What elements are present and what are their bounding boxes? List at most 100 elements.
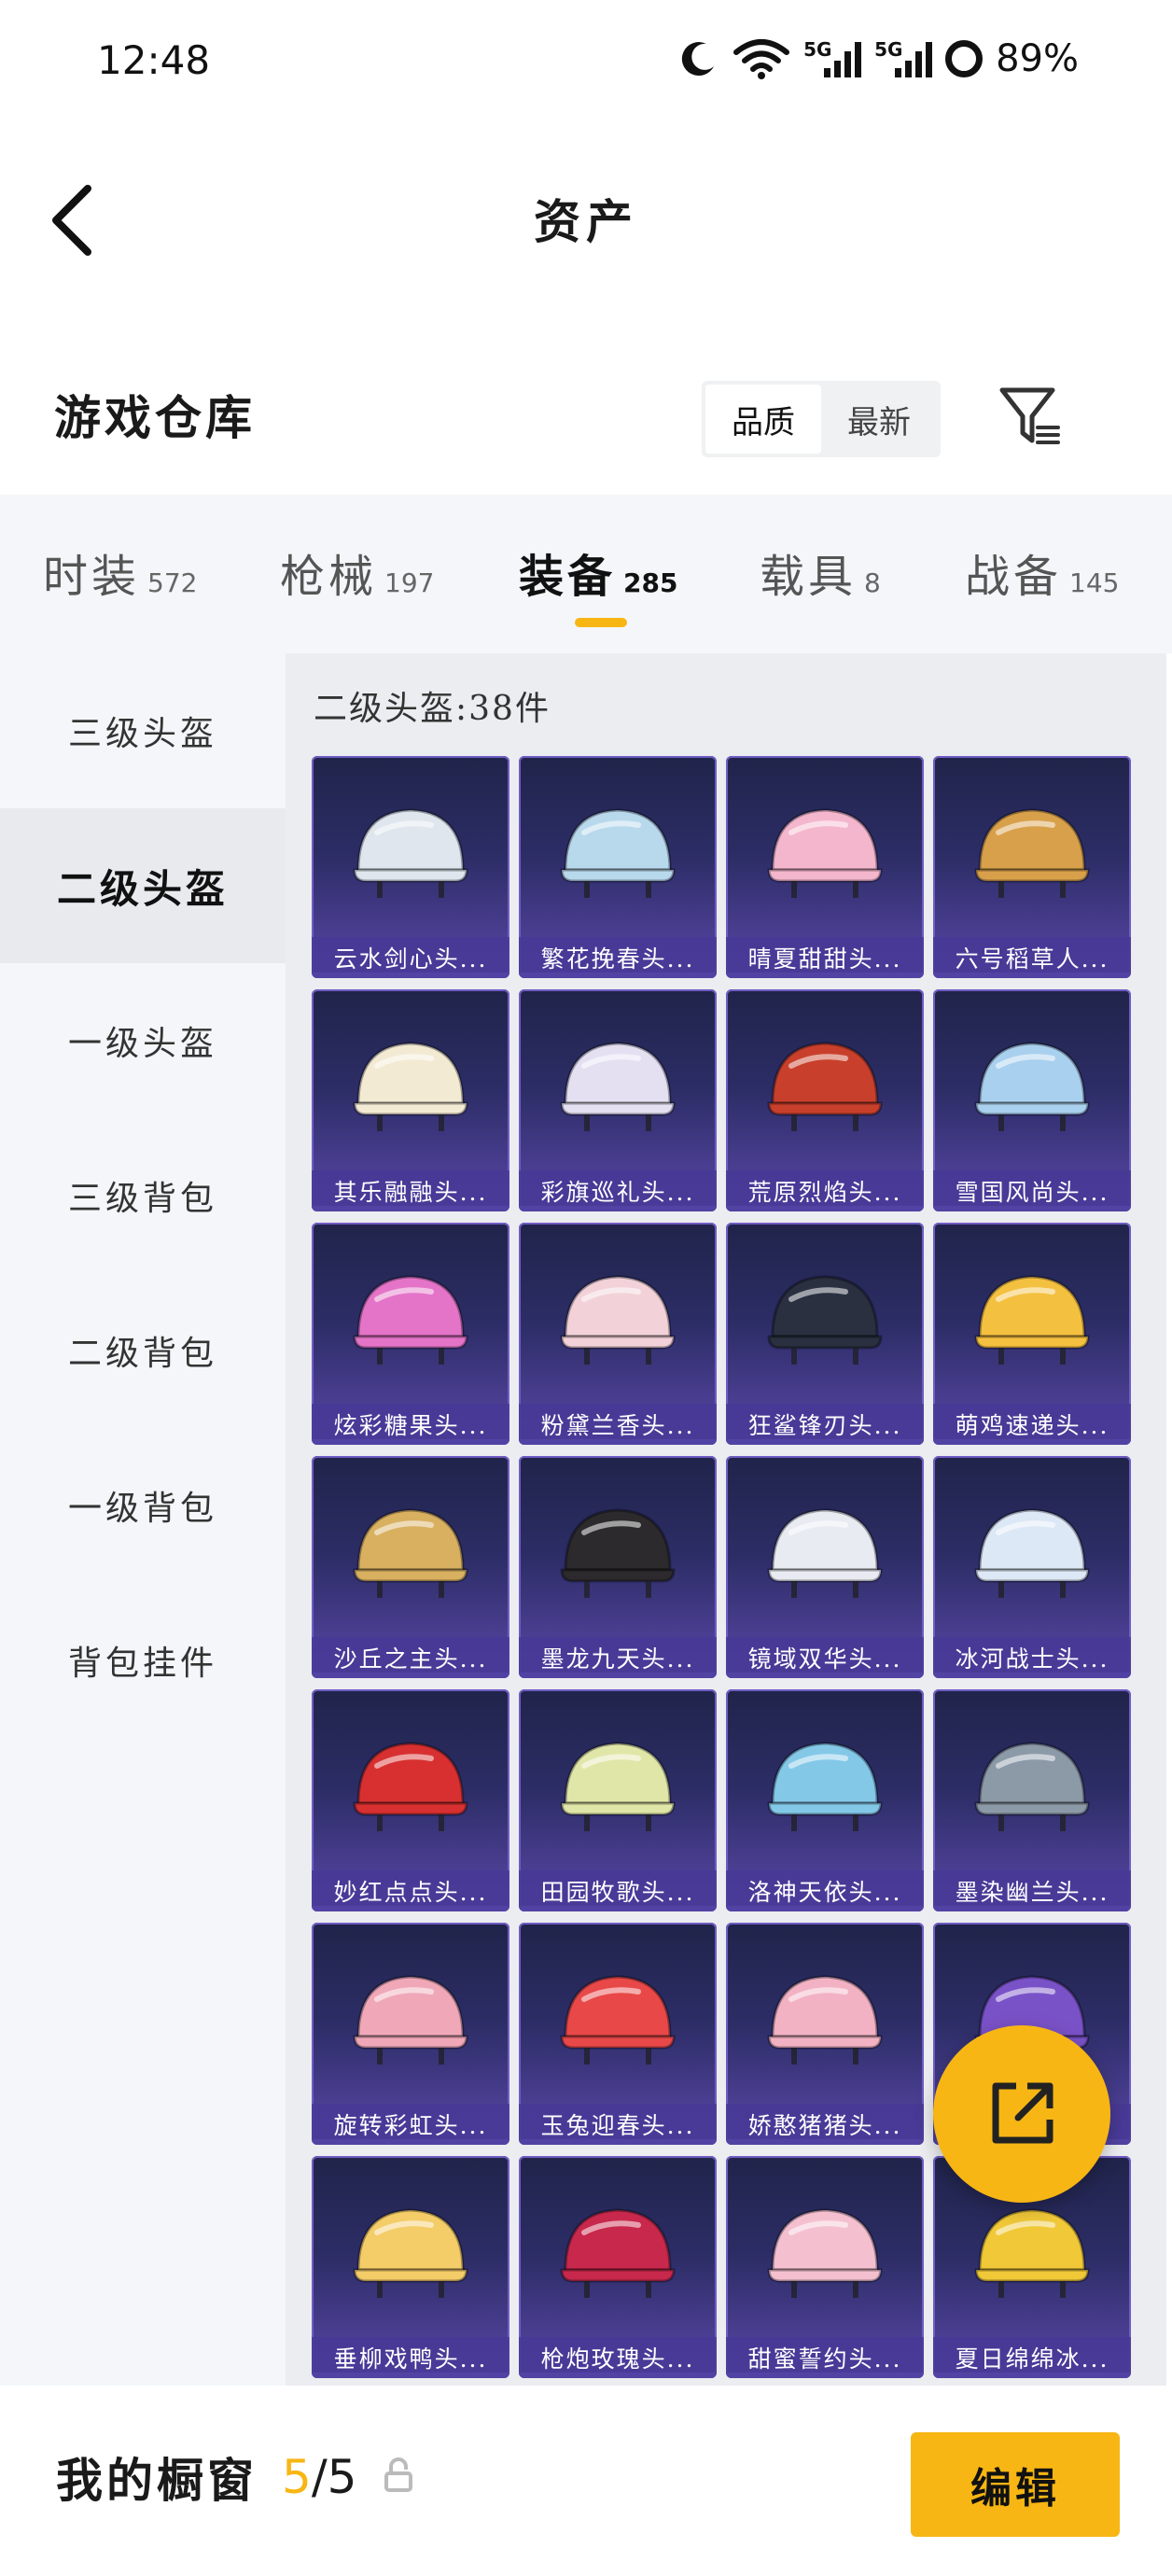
item-card[interactable]: 彩旗巡礼头... — [519, 989, 717, 1211]
item-name: 云水剑心头... — [312, 937, 509, 978]
item-name: 垂柳戏鸭头... — [312, 2337, 509, 2378]
item-card[interactable]: 娇憨猪猪头... — [726, 1923, 924, 2145]
edit-button[interactable]: 编辑 — [911, 2432, 1120, 2537]
bottom-bar: 我的橱窗 5/5 编辑 — [0, 2389, 1172, 2576]
status-icons: 5G 5G 89% — [678, 35, 1079, 82]
item-name: 六号稻草人... — [933, 937, 1131, 978]
warehouse-title: 游戏仓库 — [54, 390, 256, 445]
item-card[interactable]: 其乐融融头... — [312, 989, 509, 1211]
item-card[interactable]: 六号稻草人... — [933, 756, 1131, 978]
item-card[interactable]: 炫彩糖果头... — [312, 1223, 509, 1445]
item-name: 炫彩糖果头... — [312, 1404, 509, 1445]
helmet-icon — [560, 1975, 676, 2065]
item-card[interactable]: 墨龙九天头... — [519, 1456, 717, 1678]
helmet-icon — [767, 1275, 883, 1365]
item-card[interactable]: 镜域双华头... — [726, 1456, 924, 1678]
helmet-icon — [974, 2208, 1090, 2298]
sidebar: 三级头盔 二级头盔 一级头盔 三级背包 二级背包 一级背包 背包挂件 — [0, 653, 286, 2386]
showcase-label: 我的橱窗 — [56, 2453, 258, 2508]
battery-percent: 89% — [996, 37, 1079, 80]
sidebar-item-level1-backpack[interactable]: 一级背包 — [0, 1428, 286, 1583]
helmet-icon — [560, 1042, 676, 1131]
item-name: 萌鸡速递头... — [933, 1404, 1131, 1445]
item-card[interactable]: 妙红点点头... — [312, 1689, 509, 1911]
sidebar-item-level2-backpack[interactable]: 二级背包 — [0, 1273, 286, 1428]
filter-icon — [999, 387, 1060, 444]
tab-supplies[interactable]: 战备 145 — [965, 539, 1119, 605]
sort-quality-button[interactable]: 品质 — [705, 385, 821, 454]
helmet-icon — [767, 2208, 883, 2298]
helmet-icon — [353, 1275, 468, 1365]
item-card[interactable]: 荒原烈焰头... — [726, 989, 924, 1211]
helmet-icon — [767, 1975, 883, 2065]
helmet-icon — [353, 1742, 468, 1831]
item-name: 娇憨猪猪头... — [726, 2104, 924, 2145]
item-name: 玉兔迎春头... — [519, 2104, 717, 2145]
cell-signal-1-icon: 5G — [803, 38, 862, 77]
helmet-icon — [767, 1508, 883, 1598]
share-button[interactable] — [933, 2025, 1110, 2203]
showcase-count: 5/5 — [282, 2450, 357, 2504]
helmet-icon — [974, 1275, 1090, 1365]
item-name: 墨染幽兰头... — [933, 1870, 1131, 1911]
item-count-label: 二级头盔:38件 — [314, 690, 551, 728]
item-card[interactable]: 洛神天依头... — [726, 1689, 924, 1911]
item-name: 其乐融融头... — [312, 1170, 509, 1211]
item-card[interactable]: 萌鸡速递头... — [933, 1223, 1131, 1445]
moon-icon — [678, 35, 719, 82]
item-card[interactable]: 沙丘之主头... — [312, 1456, 509, 1678]
item-name: 繁花挽春头... — [519, 937, 717, 978]
sidebar-item-level3-helmet[interactable]: 三级头盔 — [0, 653, 286, 808]
helmet-icon — [353, 1042, 468, 1131]
helmet-icon — [560, 2208, 676, 2298]
filter-button[interactable] — [998, 385, 1064, 450]
item-name: 荒原烈焰头... — [726, 1170, 924, 1211]
item-name: 沙丘之主头... — [312, 1637, 509, 1678]
sidebar-item-level3-backpack[interactable]: 三级背包 — [0, 1118, 286, 1273]
helmet-icon — [974, 1042, 1090, 1131]
sidebar-item-backpack-charm[interactable]: 背包挂件 — [0, 1583, 286, 1738]
item-card[interactable]: 狂鲨锋刃头... — [726, 1223, 924, 1445]
share-icon — [992, 2082, 1053, 2144]
helmet-icon — [560, 1508, 676, 1598]
sidebar-item-level1-helmet[interactable]: 一级头盔 — [0, 963, 286, 1118]
helmet-icon — [560, 808, 676, 898]
item-card[interactable]: 枪炮玫瑰头... — [519, 2156, 717, 2378]
helmet-icon — [353, 2208, 468, 2298]
item-card[interactable]: 田园牧歌头... — [519, 1689, 717, 1911]
page-title: 资产 — [534, 194, 638, 249]
item-card[interactable]: 繁花挽春头... — [519, 756, 717, 978]
helmet-icon — [560, 1275, 676, 1365]
helmet-icon — [767, 1042, 883, 1131]
item-card[interactable]: 晴夏甜甜头... — [726, 756, 924, 978]
item-name: 晴夏甜甜头... — [726, 937, 924, 978]
item-name: 镜域双华头... — [726, 1637, 924, 1678]
category-tabs: 时装 572 枪械 197 装备 285 载具 8 战备 145 — [0, 495, 1172, 653]
item-card[interactable]: 冰河战士头... — [933, 1456, 1131, 1678]
wifi-icon — [732, 35, 790, 82]
sidebar-item-level2-helmet[interactable]: 二级头盔 — [0, 808, 286, 963]
item-card[interactable]: 云水剑心头... — [312, 756, 509, 978]
status-time: 12:48 — [97, 37, 211, 83]
item-card[interactable]: 雪国风尚头... — [933, 989, 1131, 1211]
item-card[interactable]: 甜蜜誓约头... — [726, 2156, 924, 2378]
tab-vehicles[interactable]: 载具 8 — [760, 539, 881, 605]
tab-firearms[interactable]: 枪械 197 — [280, 539, 434, 605]
item-name: 雪国风尚头... — [933, 1170, 1131, 1211]
helmet-icon — [974, 808, 1090, 898]
tab-equipment[interactable]: 装备 285 — [519, 539, 677, 605]
item-card[interactable]: 墨染幽兰头... — [933, 1689, 1131, 1911]
item-card[interactable]: 粉黛兰香头... — [519, 1223, 717, 1445]
item-name: 田园牧歌头... — [519, 1870, 717, 1911]
item-card[interactable]: 旋转彩虹头... — [312, 1923, 509, 2145]
helmet-icon — [560, 1742, 676, 1831]
sort-newest-button[interactable]: 最新 — [821, 385, 937, 454]
tab-fashion[interactable]: 时装 572 — [43, 539, 197, 605]
item-name: 枪炮玫瑰头... — [519, 2337, 717, 2378]
lock-icon — [383, 2457, 414, 2498]
showcase-info: 我的橱窗 5/5 — [56, 2443, 414, 2511]
item-card[interactable]: 玉兔迎春头... — [519, 1923, 717, 2145]
helmet-icon — [974, 1742, 1090, 1831]
item-card[interactable]: 垂柳戏鸭头... — [312, 2156, 509, 2378]
battery-icon — [945, 40, 984, 77]
